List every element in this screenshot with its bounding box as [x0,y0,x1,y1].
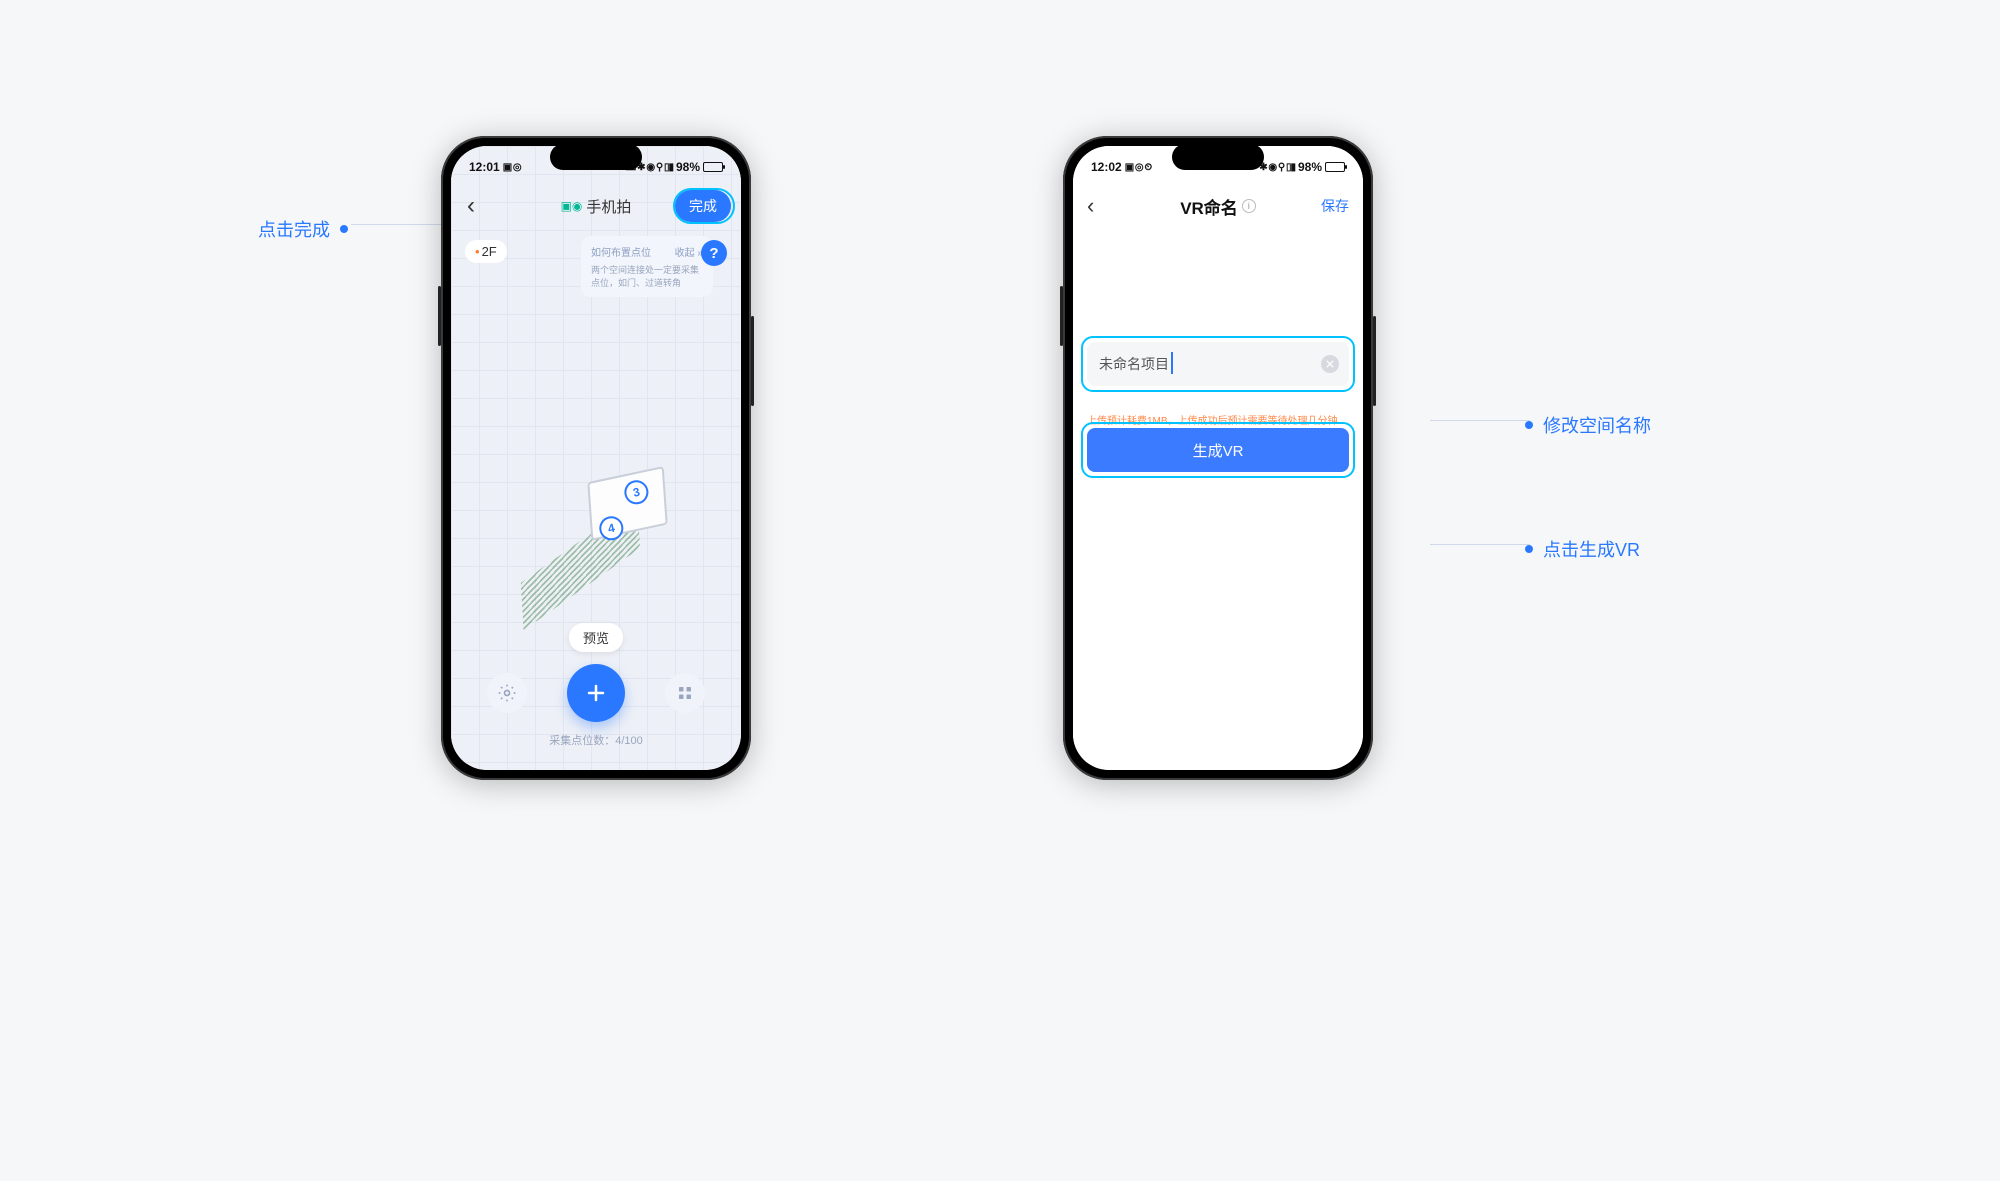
status-misc-icons: ▣ ◎ [503,162,521,173]
scan-3d-model[interactable]: 3 4 [538,433,704,599]
clear-input-button[interactable] [1321,355,1339,373]
generate-vr-button[interactable]: 生成VR [1087,428,1349,472]
battery-icon [703,162,723,172]
status-battery-pct: 98% [1298,160,1322,174]
screen-vr-naming: 12:02 ▣ ◎ ⏲ ✱ ◉ ⚲ ▯▮ 98% ‹ VR命名 i 保存 [1073,146,1363,770]
tip-title-label: 如何布置点位 [591,244,651,259]
screen-title: VR命名 i [1180,194,1256,219]
callout-done-label: 点击完成 [258,216,330,242]
back-button[interactable]: ‹ [461,188,481,224]
bottom-actions [451,664,741,722]
plus-icon [584,681,608,705]
status-time: 12:02 [1091,160,1122,174]
phone-notch [550,144,642,170]
callout-dot-icon [1525,545,1533,553]
done-button[interactable]: 完成 [675,190,731,222]
status-misc-icons: ▣ ◎ ⏲ [1125,162,1152,173]
grid-icon [676,684,694,702]
settings-button[interactable] [487,673,527,713]
tip-card: 如何布置点位 收起 » 两个空间连接处一定要采集点位，如门、过道转角 [581,236,713,297]
phone-frame-right: 12:02 ▣ ◎ ⏲ ✱ ◉ ⚲ ▯▮ 98% ‹ VR命名 i 保存 [1063,136,1373,780]
nav-bar: ‹ VR命名 i 保存 [1073,182,1363,230]
callout-generate-label: 点击生成VR [1543,536,1640,562]
generate-vr-wrap: 生成VR [1087,428,1349,472]
floor-dot-icon: • [475,244,480,259]
back-button[interactable]: ‹ [1087,193,1094,219]
info-icon[interactable]: i [1242,199,1256,213]
upload-note: 上传预计耗费1MB，上传成功后预计需要等待处理几分钟 [1087,412,1349,427]
battery-icon [1325,162,1345,172]
top-bar: ‹ ▣◉ 手机拍 完成 [451,182,741,230]
tip-collapse-button[interactable]: 收起 » [675,244,703,259]
capture-count-text: 采集点位数：4/100 [451,732,741,748]
gear-icon [497,683,517,703]
callout-rename-label: 修改空间名称 [1543,412,1651,438]
status-time: 12:01 [469,160,500,174]
close-icon [1326,360,1334,368]
callout-generate: 点击生成VR [1525,536,1640,562]
callout-dot-icon [1525,421,1533,429]
preview-button[interactable]: 预览 [569,623,623,652]
status-signal-icons: ✱ ◉ ⚲ ▯▮ [1259,162,1295,173]
add-capture-button[interactable] [567,664,625,722]
phone-mode-icon: ▣◉ [561,199,583,213]
status-battery-pct: 98% [676,160,700,174]
save-button[interactable]: 保存 [1321,196,1349,216]
screen-scan: 12:01 ▣ ◎ ⌫ ✱ ◉ ⚲ ▯▮ 98% ‹ ▣◉ 手机拍 完成 [451,146,741,770]
tip-body: 两个空间连接处一定要采集点位，如门、过道转角 [591,263,703,289]
callout-rename: 修改空间名称 [1525,412,1651,438]
project-name-input[interactable] [1087,342,1349,386]
callout-done: 点击完成 [258,216,348,242]
connector-line [1430,544,1530,545]
project-name-input-wrap [1087,342,1349,386]
phone-frame-left: 12:01 ▣ ◎ ⌫ ✱ ◉ ⚲ ▯▮ 98% ‹ ▣◉ 手机拍 完成 [441,136,751,780]
phone-notch [1172,144,1264,170]
text-caret [1171,352,1173,374]
callout-dot-icon [340,225,348,233]
help-button[interactable]: ? [701,240,727,266]
grid-view-button[interactable] [665,673,705,713]
floor-selector[interactable]: •2F [465,240,507,263]
connector-line [1430,420,1530,421]
